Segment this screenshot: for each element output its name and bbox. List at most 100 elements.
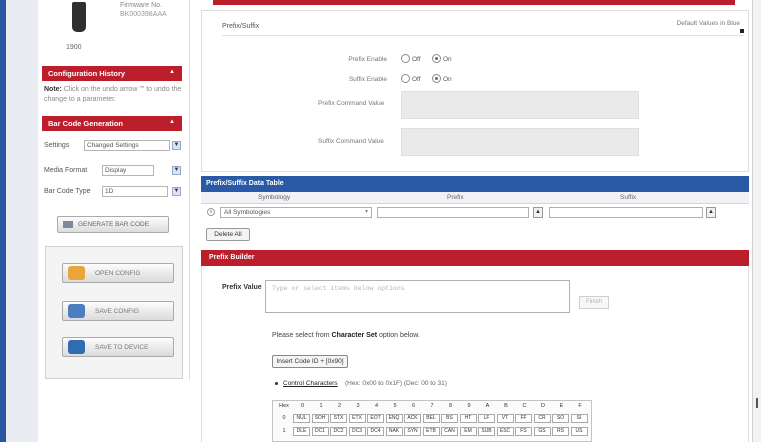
- save-to-device-button[interactable]: SAVE TO DEVICE: [62, 337, 174, 357]
- grid-char-cell[interactable]: NAK: [385, 427, 403, 436]
- grid-char-cell[interactable]: DLE: [293, 427, 310, 436]
- left-accent-bar: [0, 0, 6, 442]
- grid-char-cell[interactable]: DC1: [311, 427, 329, 436]
- character-grid: Hex 0 1 2 3 4 5 6 7 8 9 A B C D E F 0 NUL SOH STX ETX EOT ENQ AC…: [272, 400, 592, 442]
- control-characters-link[interactable]: Control Characters: [283, 380, 338, 387]
- collapse-icon[interactable]: ▲: [169, 69, 175, 75]
- grid-char-cell[interactable]: RS: [552, 427, 569, 436]
- suffix-edit-icon[interactable]: ▲: [706, 207, 716, 218]
- suffix-on-radio[interactable]: [432, 74, 441, 83]
- prefix-on-label: On: [443, 56, 452, 63]
- prefix-suffix-section: Prefix/Suffix Default Values in Blue Pre…: [201, 10, 749, 172]
- grid-char-cell[interactable]: DC3: [348, 427, 366, 436]
- grid-char-cell[interactable]: STX: [330, 414, 347, 423]
- grid-char-cell[interactable]: DC2: [330, 427, 347, 436]
- grid-char-cell[interactable]: CR: [533, 414, 551, 423]
- config-history-header[interactable]: Configuration History ▲: [42, 66, 182, 81]
- grid-char-cell[interactable]: SO: [552, 414, 569, 423]
- grid-header-cell: C: [522, 403, 527, 409]
- settings-row: Settings Changed Settings ▼: [44, 140, 186, 152]
- open-config-button[interactable]: OPEN CONFIG: [62, 263, 174, 283]
- prefix-value-input[interactable]: Type or select items below options: [265, 280, 570, 313]
- grid-header-cell: 0: [300, 403, 305, 409]
- folder-icon: [68, 266, 85, 280]
- grid-char-cell[interactable]: CAN: [441, 427, 458, 436]
- grid-char-cell[interactable]: SYN: [404, 427, 421, 436]
- prefix-command-field[interactable]: [401, 91, 639, 119]
- grid-char-cell[interactable]: ESC: [496, 427, 514, 436]
- insert-code-id-button[interactable]: Insert Code ID + [0x90]: [272, 355, 348, 368]
- chevron-down-icon[interactable]: ▼: [172, 187, 181, 196]
- page-scrollbar[interactable]: [752, 0, 761, 442]
- grid-header-cell: 9: [467, 403, 471, 409]
- prefix-builder-body: Prefix Value Type or select items below …: [201, 266, 749, 442]
- prefix-enable-row: Prefix Enable Off On: [292, 53, 622, 67]
- grid-char-cell[interactable]: US: [570, 427, 588, 436]
- grid-char-cell[interactable]: DC4: [367, 427, 384, 436]
- grid-char-cell[interactable]: VT: [496, 414, 514, 423]
- suffix-off-radio[interactable]: [401, 74, 410, 83]
- grid-header-cell: 4: [374, 403, 379, 409]
- save-icon: [68, 304, 85, 318]
- grid-row-label: 1: [282, 428, 286, 434]
- symbology-select[interactable]: All Symbologies ▾: [220, 207, 372, 218]
- barcode-icon: [63, 221, 73, 228]
- grid-char-cell[interactable]: LF: [478, 414, 495, 423]
- grid-char-cell[interactable]: FF: [515, 414, 532, 423]
- firmware-label: Firmware No.: [120, 2, 163, 9]
- grid-char-cell[interactable]: ENQ: [385, 414, 403, 423]
- grid-char-cell[interactable]: NUL: [293, 414, 310, 423]
- open-config-label: OPEN CONFIG: [95, 270, 141, 277]
- prefix-edit-icon[interactable]: ▲: [533, 207, 543, 218]
- section-title: Prefix/Suffix: [222, 23, 260, 30]
- chevron-down-icon[interactable]: ▼: [172, 141, 181, 150]
- grid-char-cell[interactable]: SI: [570, 414, 588, 423]
- chevron-down-icon[interactable]: ▼: [172, 166, 181, 175]
- collapse-icon[interactable]: ▲: [169, 119, 175, 125]
- top-accent-bar: [213, 0, 735, 5]
- grid-char-cell[interactable]: ETB: [422, 427, 440, 436]
- media-format-row: Media Format Display ▼: [44, 165, 186, 177]
- grid-char-cell[interactable]: EM: [459, 427, 477, 436]
- settings-select[interactable]: Changed Settings: [84, 140, 170, 151]
- grid-char-cell[interactable]: SOH: [311, 414, 329, 423]
- config-history-note: Note: Click on the undo arrow "" to undo…: [44, 85, 184, 105]
- symbology-value: All Symbologies: [224, 209, 271, 216]
- main-panel: Prefix/Suffix Default Values in Blue Pre…: [201, 0, 751, 442]
- grid-header-cell: 1: [319, 403, 323, 409]
- prefix-input[interactable]: [377, 207, 529, 218]
- suffix-on-label: On: [443, 76, 452, 83]
- grid-header-cell: 3: [356, 403, 360, 409]
- prefix-on-radio[interactable]: [432, 54, 441, 63]
- grid-char-cell[interactable]: GS: [533, 427, 551, 436]
- grid-char-cell[interactable]: HT: [459, 414, 477, 423]
- suffix-input[interactable]: [549, 207, 703, 218]
- col-suffix: Suffix: [620, 194, 637, 201]
- save-config-button[interactable]: SAVE CONFIG: [62, 301, 174, 321]
- grid-char-cell[interactable]: ACK: [404, 414, 421, 423]
- grid-char-cell[interactable]: EOT: [367, 414, 384, 423]
- grid-char-cell[interactable]: BEL: [422, 414, 440, 423]
- config-actions-box: OPEN CONFIG SAVE CONFIG SAVE TO DEVICE: [45, 246, 183, 379]
- finish-button[interactable]: Finish: [579, 296, 609, 309]
- generate-barcode-button[interactable]: GENERATE BAR CODE: [57, 216, 169, 233]
- prefix-value-label: Prefix Value: [222, 284, 262, 291]
- barcode-type-select[interactable]: 1D: [102, 186, 168, 197]
- suffix-command-field[interactable]: [401, 128, 639, 156]
- grid-header-cell: Hex: [279, 403, 289, 409]
- grid-header-cell: D: [541, 403, 545, 409]
- grid-char-cell[interactable]: BS: [441, 414, 458, 423]
- save-to-device-label: SAVE TO DEVICE: [95, 344, 149, 351]
- chevron-down-icon[interactable]: ▾: [365, 208, 368, 215]
- remove-row-icon[interactable]: x: [207, 208, 215, 216]
- prefix-off-radio[interactable]: [401, 54, 410, 63]
- media-format-select[interactable]: Display: [102, 165, 154, 176]
- barcode-gen-header[interactable]: Bar Code Generation ▲: [42, 116, 182, 131]
- prefix-off-label: Off: [412, 56, 421, 63]
- grid-char-cell[interactable]: ETX: [348, 414, 366, 423]
- grid-char-cell[interactable]: FS: [515, 427, 532, 436]
- delete-all-button[interactable]: Delete All: [206, 228, 250, 241]
- note-label: Note:: [44, 86, 62, 93]
- grid-char-cell[interactable]: SUB: [478, 427, 495, 436]
- scrollbar-grip[interactable]: [756, 398, 758, 408]
